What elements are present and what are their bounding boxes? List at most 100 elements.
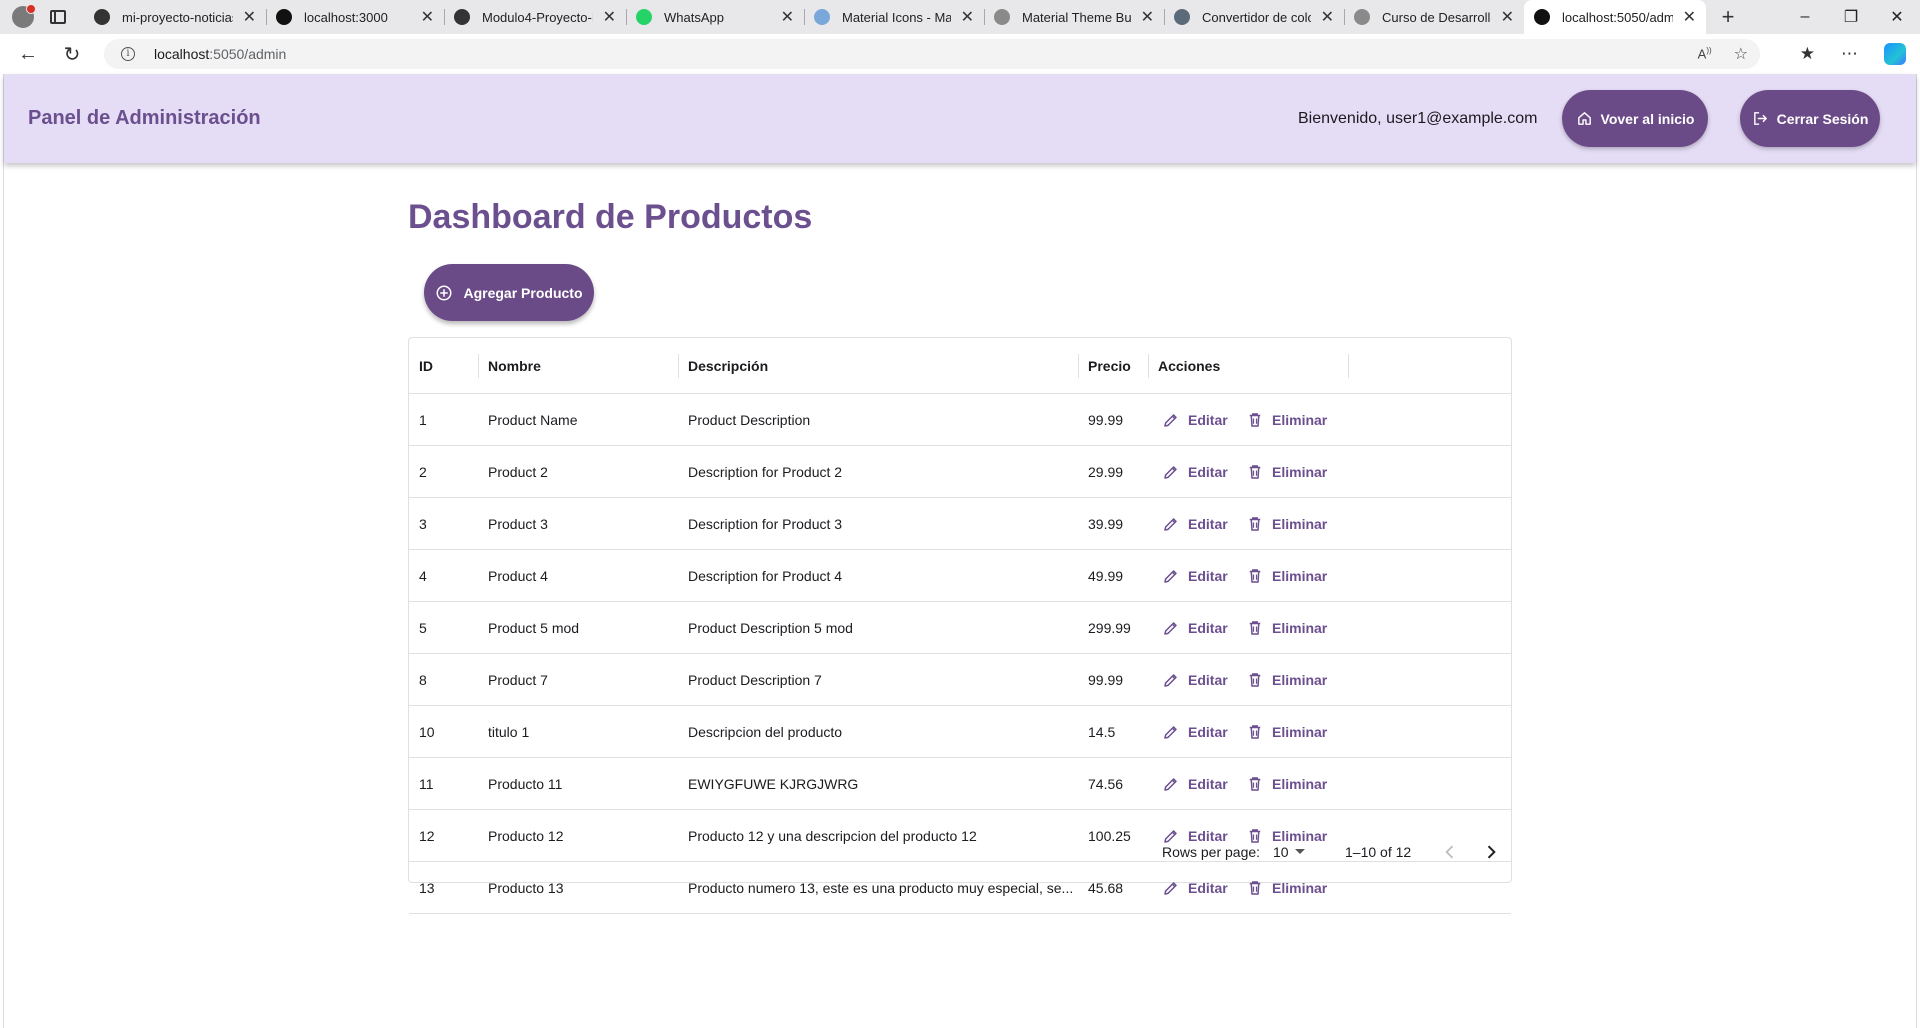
edit-pencil-icon [1162, 567, 1180, 585]
browser-tab[interactable]: localhost:5050/admin ✕ [1524, 0, 1706, 34]
edit-button[interactable]: Editar [1162, 498, 1228, 550]
reload-icon[interactable]: ↻ [50, 34, 94, 74]
column-separator[interactable] [1348, 354, 1349, 378]
tab-close-icon[interactable]: ✕ [1501, 7, 1514, 27]
table-row[interactable]: 8 Product 7 Product Description 7 99.99 Edit… [409, 654, 1511, 706]
cell-id: 2 [419, 464, 427, 480]
table-row[interactable]: 2 Product 2 Description for Product 2 29.99… [409, 446, 1511, 498]
site-info-icon[interactable]: i [112, 47, 144, 61]
app-title: Panel de Administración [28, 107, 261, 129]
tab-close-icon[interactable]: ✕ [243, 7, 256, 27]
tab-bar-lead [0, 0, 84, 34]
column-header-actions[interactable]: Acciones [1148, 338, 1348, 394]
edit-pencil-icon [1162, 515, 1180, 533]
edit-label: Editar [1188, 412, 1228, 428]
column-header-description[interactable]: Descripción [678, 338, 1078, 394]
browser-tab-title: WhatsApp [664, 9, 724, 25]
cell-price: 14.5 [1088, 724, 1116, 740]
delete-label: Eliminar [1272, 412, 1328, 428]
dropdown-arrow-icon[interactable] [1295, 849, 1305, 854]
edit-button[interactable]: Editar [1162, 446, 1228, 498]
table-header: ID Nombre Descripción Precio Acciones [409, 338, 1511, 394]
edit-button[interactable]: Editar [1162, 758, 1228, 810]
browser-tab[interactable]: Convertidor de color F ✕ [1164, 0, 1344, 34]
rows-per-page-select[interactable]: 10 [1273, 821, 1289, 883]
cell-id: 4 [419, 568, 427, 584]
browser-tab[interactable]: Curso de Desarrollo Fr ✕ [1344, 0, 1524, 34]
column-header-price[interactable]: Precio [1078, 338, 1148, 394]
logout-button[interactable]: Cerrar Sesión [1740, 90, 1880, 147]
cell-description: Product Description 5 mod [688, 620, 853, 636]
edit-button[interactable]: Editar [1162, 654, 1228, 706]
next-page-icon[interactable] [1480, 841, 1502, 863]
cell-description: Description for Product 4 [688, 568, 843, 584]
table-row[interactable]: 1 Product Name Product Description 99.99 Edi… [409, 394, 1511, 446]
delete-button[interactable]: Eliminar [1246, 550, 1327, 602]
tab-close-icon[interactable]: ✕ [603, 7, 616, 27]
edit-button[interactable]: Editar [1162, 706, 1228, 758]
edit-button[interactable]: Editar [1162, 550, 1228, 602]
delete-trash-icon [1246, 723, 1264, 741]
browser-tab-title: Modulo4-Proyecto-Fir [482, 9, 593, 25]
home-button[interactable]: Vover al inicio [1562, 90, 1708, 147]
edit-label: Editar [1188, 776, 1228, 792]
minimize-icon[interactable]: – [1782, 0, 1828, 34]
delete-button[interactable]: Eliminar [1246, 706, 1327, 758]
tab-close-icon[interactable]: ✕ [421, 7, 434, 27]
home-button-label: Vover al inicio [1600, 110, 1695, 127]
edit-button[interactable]: Editar [1162, 394, 1228, 446]
delete-button[interactable]: Eliminar [1246, 446, 1327, 498]
tab-close-icon[interactable]: ✕ [1141, 7, 1154, 27]
browser-tab[interactable]: Material Theme Builde ✕ [984, 0, 1164, 34]
favorite-star-icon[interactable]: ☆ [1734, 44, 1748, 64]
browser-tab-title: Material Icons - Mater [842, 9, 951, 25]
delete-trash-icon [1246, 411, 1264, 429]
tab-close-icon[interactable]: ✕ [1683, 7, 1696, 27]
previous-page-icon[interactable] [1439, 841, 1461, 863]
delete-trash-icon [1246, 671, 1264, 689]
window-close-icon[interactable]: ✕ [1874, 0, 1920, 34]
browser-tab-title: Material Theme Builde [1022, 9, 1131, 25]
favorites-icon[interactable]: ★ [1800, 44, 1815, 64]
delete-button[interactable]: Eliminar [1246, 654, 1327, 706]
browser-tab[interactable]: WhatsApp ✕ [626, 0, 804, 34]
delete-button[interactable]: Eliminar [1246, 758, 1327, 810]
table-row[interactable]: 11 Producto 11 EWIYGFUWE KJRGJWRG 74.56 Edit… [409, 758, 1511, 810]
copilot-icon[interactable] [1884, 43, 1906, 65]
tab-close-icon[interactable]: ✕ [961, 7, 974, 27]
address-bar[interactable]: i localhost:5050/admin A)) ☆ [104, 39, 1760, 69]
tab-strip: mi-proyecto-noticias/✕ localhost:3000 ✕ Mod… [84, 0, 1706, 34]
read-aloud-icon[interactable]: A)) [1698, 46, 1712, 61]
edit-button[interactable]: Editar [1162, 602, 1228, 654]
delete-button[interactable]: Eliminar [1246, 498, 1327, 550]
material-icon [814, 9, 830, 25]
table-row[interactable]: 4 Product 4 Description for Product 4 49.99… [409, 550, 1511, 602]
browser-tab[interactable]: Material Icons - Mater ✕ [804, 0, 984, 34]
tab-actions-icon[interactable] [50, 10, 66, 24]
document-icon [994, 9, 1010, 25]
cell-price: 99.99 [1088, 672, 1124, 688]
delete-label: Eliminar [1272, 464, 1328, 480]
more-options-icon[interactable]: ⋯ [1841, 44, 1858, 64]
column-header-id[interactable]: ID [409, 338, 478, 394]
browser-tab[interactable]: Modulo4-Proyecto-Fir ✕ [444, 0, 626, 34]
column-header-name[interactable]: Nombre [478, 338, 678, 394]
cell-name: Product 2 [488, 464, 548, 480]
browser-tab[interactable]: mi-proyecto-noticias/ ✕ [84, 0, 266, 34]
products-table: ID Nombre Descripción Precio Acciones 1 P… [408, 337, 1512, 914]
browser-tab[interactable]: localhost:3000 ✕ [266, 0, 444, 34]
add-product-button[interactable]: Agregar Producto [424, 264, 594, 321]
table-row[interactable]: 5 Product 5 mod Product Description 5 mod 2… [409, 602, 1511, 654]
table-row[interactable]: 3 Product 3 Description for Product 3 39.99… [409, 498, 1511, 550]
delete-button[interactable]: Eliminar [1246, 394, 1327, 446]
new-tab-icon[interactable]: + [1706, 0, 1750, 34]
table-row[interactable]: 10 titulo 1 Descripcion del producto 14.5 Ed… [409, 706, 1511, 758]
url-text[interactable]: localhost:5050/admin [154, 46, 286, 62]
profile-icon[interactable] [12, 4, 36, 28]
restore-icon[interactable]: ❐ [1828, 0, 1874, 34]
back-icon[interactable]: ← [6, 34, 50, 74]
delete-button[interactable]: Eliminar [1246, 602, 1327, 654]
tab-close-icon[interactable]: ✕ [1321, 7, 1334, 27]
cell-price: 74.56 [1088, 776, 1124, 792]
tab-close-icon[interactable]: ✕ [781, 7, 794, 27]
